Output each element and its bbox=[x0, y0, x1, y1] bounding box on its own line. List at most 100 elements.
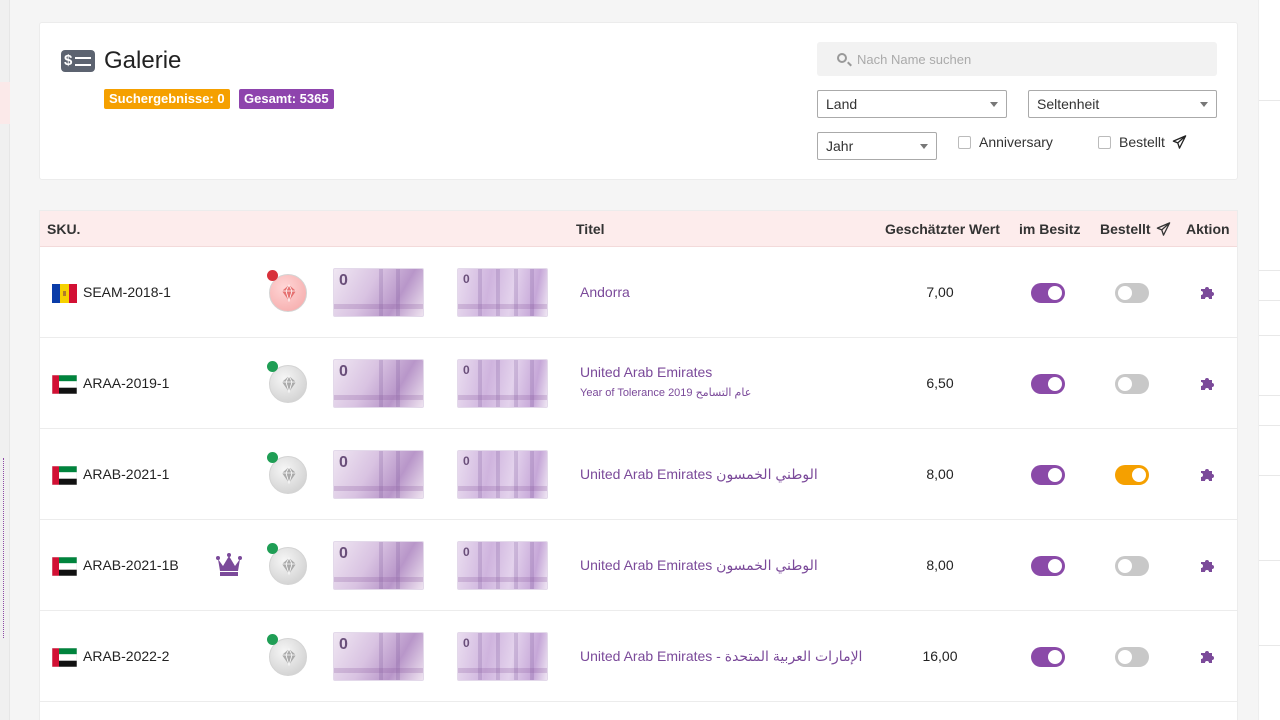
ordered-checkbox-box[interactable] bbox=[1098, 136, 1111, 149]
chevron-down-icon bbox=[990, 102, 998, 107]
banknote-zero-glyph: 0 bbox=[463, 545, 470, 559]
puzzle-icon[interactable] bbox=[1199, 649, 1215, 665]
paper-plane-icon bbox=[1157, 222, 1171, 236]
item-title-link[interactable]: Andorra bbox=[580, 284, 630, 300]
banknote-back-image[interactable]: 0 bbox=[457, 268, 548, 317]
country-select-value: Land bbox=[826, 96, 858, 112]
item-subtitle: Year of Tolerance 2019 عام التسامح bbox=[580, 387, 752, 399]
country-flag-icon bbox=[52, 557, 77, 576]
banknote-front-image[interactable]: 0 bbox=[333, 541, 424, 590]
banknote-back-image[interactable]: 0 bbox=[457, 359, 548, 408]
paper-plane-icon bbox=[1172, 135, 1187, 149]
rarity-select-value: Seltenheit bbox=[1037, 96, 1100, 112]
estimated-value: 6,50 bbox=[926, 375, 954, 391]
search-input[interactable] bbox=[857, 49, 1197, 69]
left-panel-highlight bbox=[0, 82, 10, 124]
ordered-toggle[interactable] bbox=[1115, 556, 1149, 576]
sku-label: ARAB-2021-1 bbox=[83, 466, 170, 482]
ordered-filter-text: Bestellt bbox=[1119, 134, 1165, 150]
diamond-icon bbox=[282, 284, 296, 302]
search-results-badge: Suchergebnisse: 0 bbox=[104, 89, 230, 109]
country-flag-icon bbox=[52, 648, 77, 667]
table-row: SEAM-2018-1 0 0 Andorra 7,00 bbox=[40, 247, 1237, 338]
puzzle-icon[interactable] bbox=[1199, 376, 1215, 392]
chevron-down-icon bbox=[920, 144, 928, 149]
owned-toggle[interactable] bbox=[1031, 283, 1065, 303]
status-dot bbox=[267, 452, 278, 463]
estimated-value: 7,00 bbox=[926, 284, 954, 300]
status-dot bbox=[267, 543, 278, 554]
puzzle-icon[interactable] bbox=[1199, 467, 1215, 483]
banknote-zero-glyph: 0 bbox=[463, 363, 470, 377]
owned-toggle[interactable] bbox=[1031, 647, 1065, 667]
column-header-ordered-label: Bestellt bbox=[1100, 221, 1151, 237]
banknote-front-image[interactable]: 0 bbox=[333, 632, 424, 681]
column-header-ordered[interactable]: Bestellt bbox=[1100, 221, 1171, 237]
ordered-toggle[interactable] bbox=[1115, 283, 1149, 303]
left-dotted-border bbox=[0, 458, 4, 638]
gallery-table: SKU. Titel Geschätzter Wert im Besitz Be… bbox=[39, 210, 1238, 720]
column-header-owned[interactable]: im Besitz bbox=[1019, 221, 1080, 237]
banknote-zero-glyph: 0 bbox=[339, 363, 348, 380]
column-header-sku[interactable]: SKU. bbox=[47, 221, 80, 237]
banknote-zero-glyph: 0 bbox=[339, 272, 348, 289]
sku-label: ARAB-2022-2 bbox=[83, 648, 170, 664]
banknote-front-image[interactable]: 0 bbox=[333, 450, 424, 499]
ordered-toggle[interactable] bbox=[1115, 465, 1149, 485]
table-row: ARAB-2022-2 0 0 United Arab Emirates - الإم… bbox=[40, 611, 1237, 702]
status-dot bbox=[267, 361, 278, 372]
banknote-back-image[interactable]: 0 bbox=[457, 632, 548, 681]
owned-toggle[interactable] bbox=[1031, 374, 1065, 394]
banknote-back-image[interactable]: 0 bbox=[457, 541, 548, 590]
estimated-value: 8,00 bbox=[926, 557, 954, 573]
sku-label: ARAA-2019-1 bbox=[83, 375, 170, 391]
item-title-link[interactable]: United Arab Emirates الوطني الخمسون bbox=[580, 466, 818, 483]
rarity-select[interactable]: Seltenheit bbox=[1028, 90, 1217, 118]
table-header: SKU. Titel Geschätzter Wert im Besitz Be… bbox=[40, 211, 1237, 247]
banknote-front-image[interactable]: 0 bbox=[333, 359, 424, 408]
sku-label: SEAM-2018-1 bbox=[83, 284, 171, 300]
table-row: ARAB-2021-1B 0 0 United Arab Emirates الوطن… bbox=[40, 520, 1237, 611]
rarity-coin[interactable] bbox=[267, 361, 307, 403]
rarity-coin[interactable] bbox=[267, 452, 307, 494]
rarity-coin[interactable] bbox=[267, 270, 307, 312]
ordered-filter-label: Bestellt bbox=[1119, 133, 1187, 151]
estimated-value: 16,00 bbox=[922, 648, 958, 664]
banknote-back-image[interactable]: 0 bbox=[457, 450, 548, 499]
page-title: Galerie bbox=[104, 47, 182, 74]
country-flag-icon bbox=[52, 466, 77, 485]
banknote-zero-glyph: 0 bbox=[463, 272, 470, 286]
country-flag-icon bbox=[52, 284, 77, 303]
table-row: ARAB-2021-1 0 0 United Arab Emirates الوطني… bbox=[40, 429, 1237, 520]
item-title-link[interactable]: United Arab Emirates bbox=[580, 364, 712, 380]
item-title-link[interactable]: United Arab Emirates - الإمارات العربية … bbox=[580, 648, 862, 665]
column-header-value[interactable]: Geschätzter Wert bbox=[885, 221, 1000, 237]
column-header-action: Aktion bbox=[1186, 221, 1230, 237]
puzzle-icon[interactable] bbox=[1199, 558, 1215, 574]
puzzle-icon[interactable] bbox=[1199, 285, 1215, 301]
anniversary-label: Anniversary bbox=[979, 134, 1053, 150]
diamond-icon bbox=[282, 648, 296, 666]
owned-toggle[interactable] bbox=[1031, 465, 1065, 485]
country-select[interactable]: Land bbox=[817, 90, 1007, 118]
banknote-zero-glyph: 0 bbox=[339, 454, 348, 471]
year-select-value: Jahr bbox=[826, 138, 854, 154]
banknote-zero-glyph: 0 bbox=[463, 636, 470, 650]
ordered-toggle[interactable] bbox=[1115, 647, 1149, 667]
owned-toggle[interactable] bbox=[1031, 556, 1065, 576]
rarity-coin[interactable] bbox=[267, 634, 307, 676]
total-count-badge: Gesamt: 5365 bbox=[239, 89, 334, 109]
chevron-down-icon bbox=[1200, 102, 1208, 107]
search-icon bbox=[837, 53, 847, 63]
ordered-toggle[interactable] bbox=[1115, 374, 1149, 394]
banknote-front-image[interactable]: 0 bbox=[333, 268, 424, 317]
item-title-link[interactable]: United Arab Emirates الوطني الخمسون bbox=[580, 557, 818, 574]
right-panel-edge bbox=[1258, 0, 1280, 720]
diamond-icon bbox=[282, 466, 296, 484]
status-dot bbox=[267, 634, 278, 645]
year-select[interactable]: Jahr bbox=[817, 132, 937, 160]
gallery-header-card: $ Galerie Suchergebnisse: 0 Gesamt: 5365… bbox=[39, 22, 1238, 180]
column-header-title[interactable]: Titel bbox=[576, 221, 605, 237]
anniversary-checkbox-box[interactable] bbox=[958, 136, 971, 149]
rarity-coin[interactable] bbox=[267, 543, 307, 585]
